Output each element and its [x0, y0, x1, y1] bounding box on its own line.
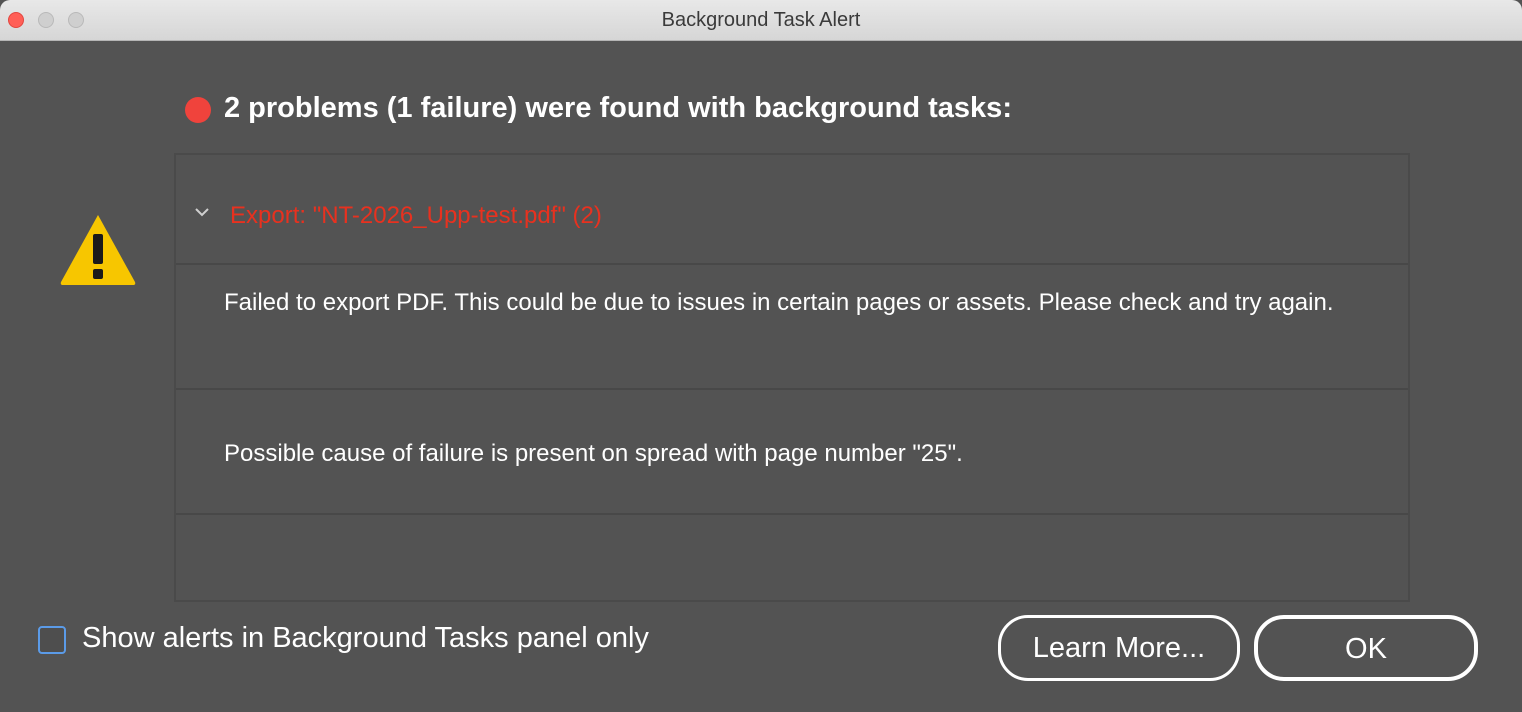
warning-triangle-icon	[60, 215, 136, 285]
list-item: Failed to export PDF. This could be due …	[176, 265, 1408, 390]
alert-dialog: Background Task Alert 2 problems (1 fail…	[0, 0, 1522, 712]
failure-cause-message: Possible cause of failure is present on …	[224, 440, 963, 467]
title-bar: Background Task Alert	[0, 0, 1522, 41]
show-alerts-checkbox[interactable]	[38, 626, 66, 654]
failure-message: Failed to export PDF. This could be due …	[224, 289, 1334, 316]
ok-button[interactable]: OK	[1254, 615, 1478, 681]
problems-list: Export: "NT-2026_Upp-test.pdf" (2) Faile…	[174, 153, 1410, 602]
task-group-header[interactable]: Export: "NT-2026_Upp-test.pdf" (2)	[176, 155, 1408, 265]
chevron-down-icon[interactable]	[192, 202, 212, 222]
error-status-dot	[185, 97, 211, 123]
window-title: Background Task Alert	[661, 9, 861, 31]
list-item: Possible cause of failure is present on …	[176, 390, 1408, 515]
show-alerts-checkbox-label[interactable]: Show alerts in Background Tasks panel on…	[82, 622, 649, 655]
learn-more-button[interactable]: Learn More...	[998, 615, 1240, 681]
task-export-label: Export: "NT-2026_Upp-test.pdf" (2)	[230, 202, 602, 229]
alert-headline: 2 problems (1 failure) were found with b…	[224, 92, 1012, 124]
